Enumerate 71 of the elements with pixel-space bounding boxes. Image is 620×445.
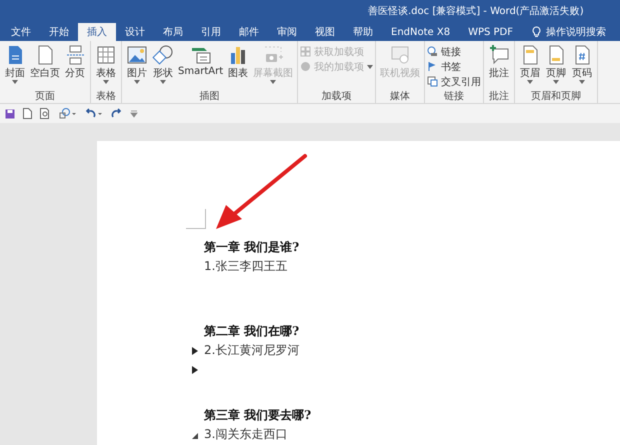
- ribbon-tab[interactable]: EndNote X8: [382, 23, 460, 41]
- video-icon: [389, 44, 412, 66]
- chapter-heading: 第二章 我们在哪?: [204, 323, 300, 340]
- new-document-icon[interactable]: [23, 108, 32, 119]
- print-preview-icon[interactable]: [40, 108, 51, 119]
- ribbon-button[interactable]: 交叉引用: [427, 74, 482, 89]
- dropdown-caret-icon: [12, 80, 18, 84]
- ribbon-button[interactable]: 批注: [486, 43, 512, 81]
- body-text: 1.张三李四王五: [204, 258, 288, 275]
- undo-icon[interactable]: [85, 108, 103, 119]
- ribbon-button[interactable]: 图表: [225, 43, 252, 81]
- ribbon-tab[interactable]: 审阅: [268, 23, 306, 41]
- ribbon-button[interactable]: 页码: [569, 43, 596, 85]
- dropdown-caret-icon: [270, 80, 276, 84]
- dropdown-caret-icon: [527, 80, 534, 84]
- ribbon-button[interactable]: 空白页: [28, 43, 62, 81]
- lightbulb-icon: [532, 26, 542, 38]
- collapsed-triangle-icon[interactable]: [192, 347, 198, 355]
- ribbon-tab[interactable]: 帮助: [344, 23, 382, 41]
- ribbon-tab[interactable]: 插入: [78, 23, 116, 41]
- chapter-heading: 第一章 我们是谁?: [204, 239, 300, 256]
- save-icon[interactable]: [5, 108, 15, 118]
- shapes-dropdown-icon[interactable]: [59, 108, 77, 119]
- ribbon-tab[interactable]: 布局: [154, 23, 192, 41]
- ribbon-button[interactable]: 分页: [62, 43, 88, 81]
- body-text: 2.长江黄河尼罗河: [204, 342, 300, 359]
- dropdown-caret-icon: [579, 80, 586, 84]
- corner-mark-icon: [186, 209, 206, 229]
- ribbon-button[interactable]: 页眉: [517, 43, 544, 85]
- ribbon-tab[interactable]: 邮件: [230, 23, 268, 41]
- ribbon-tab[interactable]: 引用: [192, 23, 230, 41]
- expanded-triangle-icon[interactable]: [192, 431, 198, 439]
- ribbon-tab[interactable]: WPS PDF: [459, 23, 522, 41]
- group-label: 表格: [96, 90, 116, 103]
- table-icon: [95, 44, 117, 66]
- customize-menu-icon[interactable]: [130, 110, 138, 118]
- page-break-icon: [66, 46, 84, 64]
- group-label: 链接: [444, 90, 464, 103]
- group-label: 批注: [489, 90, 510, 103]
- ribbon-button[interactable]: 页脚: [543, 43, 570, 85]
- ribbon-tab[interactable]: 文件: [2, 23, 40, 41]
- body-text: 3.闯关东走西口: [204, 426, 288, 443]
- dropdown-caret-icon: [103, 80, 109, 84]
- dropdown-caret-icon: [160, 80, 166, 84]
- ribbon-button[interactable]: 形状: [150, 43, 176, 85]
- ribbon-button[interactable]: 图片: [124, 43, 150, 85]
- cross-reference-icon: [427, 76, 438, 87]
- dropdown-caret-icon: [134, 80, 140, 84]
- collapsed-triangle-icon[interactable]: [192, 366, 198, 374]
- group-label: 媒体: [390, 90, 410, 103]
- ribbon-button[interactable]: 链接: [427, 44, 482, 59]
- group-label: 页面: [35, 90, 55, 103]
- group-label: 插图: [200, 90, 220, 103]
- window-title: 善医怪谈.doc [兼容模式] - Word(产品激活失败): [368, 4, 584, 18]
- group-label: 加载项: [322, 90, 352, 103]
- shapes-icon: [152, 44, 174, 66]
- redo-icon[interactable]: [111, 108, 122, 119]
- search-field[interactable]: 操作说明搜索: [522, 23, 606, 41]
- ribbon-tab[interactable]: 开始: [40, 23, 78, 41]
- ribbon-button[interactable]: 封面: [2, 43, 28, 85]
- group-label: 页眉和页脚: [531, 90, 582, 103]
- dropdown-caret-icon: [553, 80, 560, 84]
- ribbon-tab[interactable]: 视图: [306, 23, 344, 41]
- comment-icon: [488, 44, 510, 66]
- ribbon-button[interactable]: SmartArt: [176, 43, 226, 78]
- ribbon-button[interactable]: 表格: [93, 43, 119, 85]
- dropdown-caret-icon: [367, 64, 374, 68]
- picture-icon: [126, 44, 148, 66]
- ribbon-button[interactable]: 书签: [427, 59, 482, 74]
- chapter-heading: 第三章 我们要去哪?: [204, 407, 312, 424]
- ribbon-tab[interactable]: 设计: [116, 23, 154, 41]
